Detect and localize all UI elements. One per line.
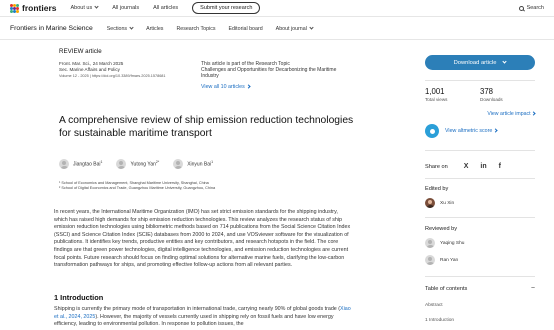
article-title: A comprehensive review of ship emission … <box>59 115 354 139</box>
editor-name: Xu Xin <box>440 200 455 206</box>
total-views-label: Total views <box>425 97 448 102</box>
nav-articles[interactable]: Articles <box>146 26 163 32</box>
minus-icon: − <box>530 285 535 292</box>
table-of-contents-toggle[interactable]: Table of contents − <box>425 285 535 292</box>
author-affiliation-mark: 1 <box>211 160 214 165</box>
article-type: REVIEW article <box>59 48 102 55</box>
nav-about-us[interactable]: About us <box>70 4 99 11</box>
author-name: Xinyun Bai <box>187 161 212 168</box>
divider <box>425 150 535 151</box>
chevron-down-icon <box>502 59 508 64</box>
brand-name: frontiers <box>22 3 57 13</box>
avatar <box>116 159 127 169</box>
intro-text-start: Shipping is currently the primary mode o… <box>54 306 341 312</box>
reviewer-name: Ran Yan <box>440 257 459 263</box>
chevron-right-icon <box>246 84 251 89</box>
altmetric-link: View altmetric score <box>445 128 498 134</box>
author-item[interactable]: Xinyun Bai1 <box>173 159 213 169</box>
chevron-right-icon <box>531 111 536 116</box>
journal-nav-links: Sections Articles Research Topics Editor… <box>106 24 314 32</box>
downloads-metric: 378 Downloads <box>480 87 535 102</box>
facebook-icon[interactable]: f <box>499 163 501 170</box>
research-topic-box: This article is part of the Research Top… <box>201 61 351 90</box>
view-all-label: View all 10 articles <box>201 83 245 90</box>
toc-item-abstract[interactable]: Abstract <box>425 303 443 308</box>
section-heading-introduction: 1 Introduction <box>54 293 104 302</box>
toc-item-introduction[interactable]: 1 Introduction <box>425 318 454 323</box>
author-name: Jiangtao Bai <box>73 161 101 168</box>
author-affiliation-mark: 1 <box>100 160 103 165</box>
share-bar: Share on X in f <box>425 163 501 170</box>
article-meta: Front. Mar. Sci., 24 March 2025 Sec. Mar… <box>59 61 189 80</box>
avatar <box>425 238 435 248</box>
journal-name-link[interactable]: Frontiers in Marine Science <box>10 25 93 32</box>
total-views-metric: 1,001 Total views <box>425 87 480 102</box>
divider <box>425 80 535 81</box>
article-sidebar: Download article 1,001 Total views 378 D… <box>400 0 554 330</box>
nav-sections[interactable]: Sections <box>106 24 134 32</box>
view-article-impact-link[interactable]: View article impact <box>425 111 536 117</box>
download-article-button[interactable]: Download article <box>425 55 535 70</box>
editor-item[interactable]: Xu Xin <box>425 198 454 208</box>
abstract-text: In recent years, the International Marit… <box>54 209 351 269</box>
altmetric-label: View altmetric score <box>445 128 493 134</box>
x-twitter-icon[interactable]: X <box>464 163 469 170</box>
author-affiliation-mark: 2* <box>155 160 160 165</box>
nav-research-topics[interactable]: Research Topics <box>176 26 215 32</box>
share-label: Share on <box>425 163 448 170</box>
avatar <box>59 159 69 169</box>
submit-research-button[interactable]: Submit your research <box>192 2 261 14</box>
frontiers-logo[interactable]: frontiers <box>10 3 56 13</box>
altmetric-badge-icon <box>425 124 439 138</box>
frontiers-logo-icon <box>10 3 19 13</box>
reviewer-item[interactable]: Yaqing Shu <box>425 238 464 248</box>
article-metrics: 1,001 Total views 378 Downloads <box>425 87 535 102</box>
view-all-articles-link[interactable]: View all 10 articles <box>201 84 351 90</box>
nav-about-journal[interactable]: About journal <box>275 24 314 32</box>
affiliation-2: ² School of Digital Economics and Trade,… <box>59 186 216 191</box>
linkedin-icon[interactable]: in <box>480 163 486 170</box>
avatar <box>173 159 184 169</box>
downloads-label: Downloads <box>480 97 503 102</box>
article-main: REVIEW article Front. Mar. Sci., 24 Marc… <box>54 48 359 327</box>
reviewer-name: Yaqing Shu <box>440 240 465 246</box>
nav-editorial-board[interactable]: Editorial board <box>229 26 263 32</box>
altmetric-widget[interactable]: View altmetric score <box>425 124 498 138</box>
divider <box>425 217 535 218</box>
nav-all-journals[interactable]: All journals <box>112 5 139 11</box>
avatar <box>425 198 435 208</box>
chevron-down-icon <box>309 24 314 30</box>
toc-heading: Table of contents <box>425 285 468 292</box>
doi-line: Volume 12 - 2025 | https://doi.org/10.33… <box>59 74 166 79</box>
nav-about-us-label: About us <box>70 5 93 11</box>
chevron-down-icon <box>129 24 134 30</box>
reviewer-item[interactable]: Ran Yan <box>425 255 458 265</box>
nav-about-journal-label: About journal <box>275 25 307 32</box>
author-list: Jiangtao Bai1 Yutong Yan2* Xinyun Bai1 <box>59 159 213 169</box>
divider <box>425 178 535 179</box>
chevron-right-icon <box>493 128 498 133</box>
download-label: Download article <box>453 59 497 66</box>
author-item[interactable]: Jiangtao Bai1 <box>59 159 102 169</box>
chevron-down-icon <box>94 4 99 9</box>
introduction-text: Shipping is currently the primary mode o… <box>54 306 352 329</box>
total-views-value: 1,001 <box>425 87 445 96</box>
downloads-value: 378 <box>480 87 494 96</box>
impact-link-label: View article impact <box>487 111 531 117</box>
nav-sections-label: Sections <box>106 25 128 32</box>
nav-all-articles[interactable]: All articles <box>153 5 178 11</box>
divider <box>425 276 535 277</box>
top-nav-links: About us All journals All articles Submi… <box>70 2 261 14</box>
reviewed-by-heading: Reviewed by <box>425 226 458 232</box>
intro-text-end: ). However, the majority of vessels curr… <box>54 313 334 328</box>
affiliations: ¹ School of Economics and Management, Sh… <box>59 181 359 192</box>
topic-name[interactable]: Challenges and Opportunities for Decarbo… <box>201 67 351 79</box>
author-item[interactable]: Yutong Yan2* <box>116 159 159 169</box>
author-name: Yutong Yan <box>130 161 156 168</box>
avatar <box>425 255 435 265</box>
edited-by-heading: Edited by <box>425 186 449 192</box>
